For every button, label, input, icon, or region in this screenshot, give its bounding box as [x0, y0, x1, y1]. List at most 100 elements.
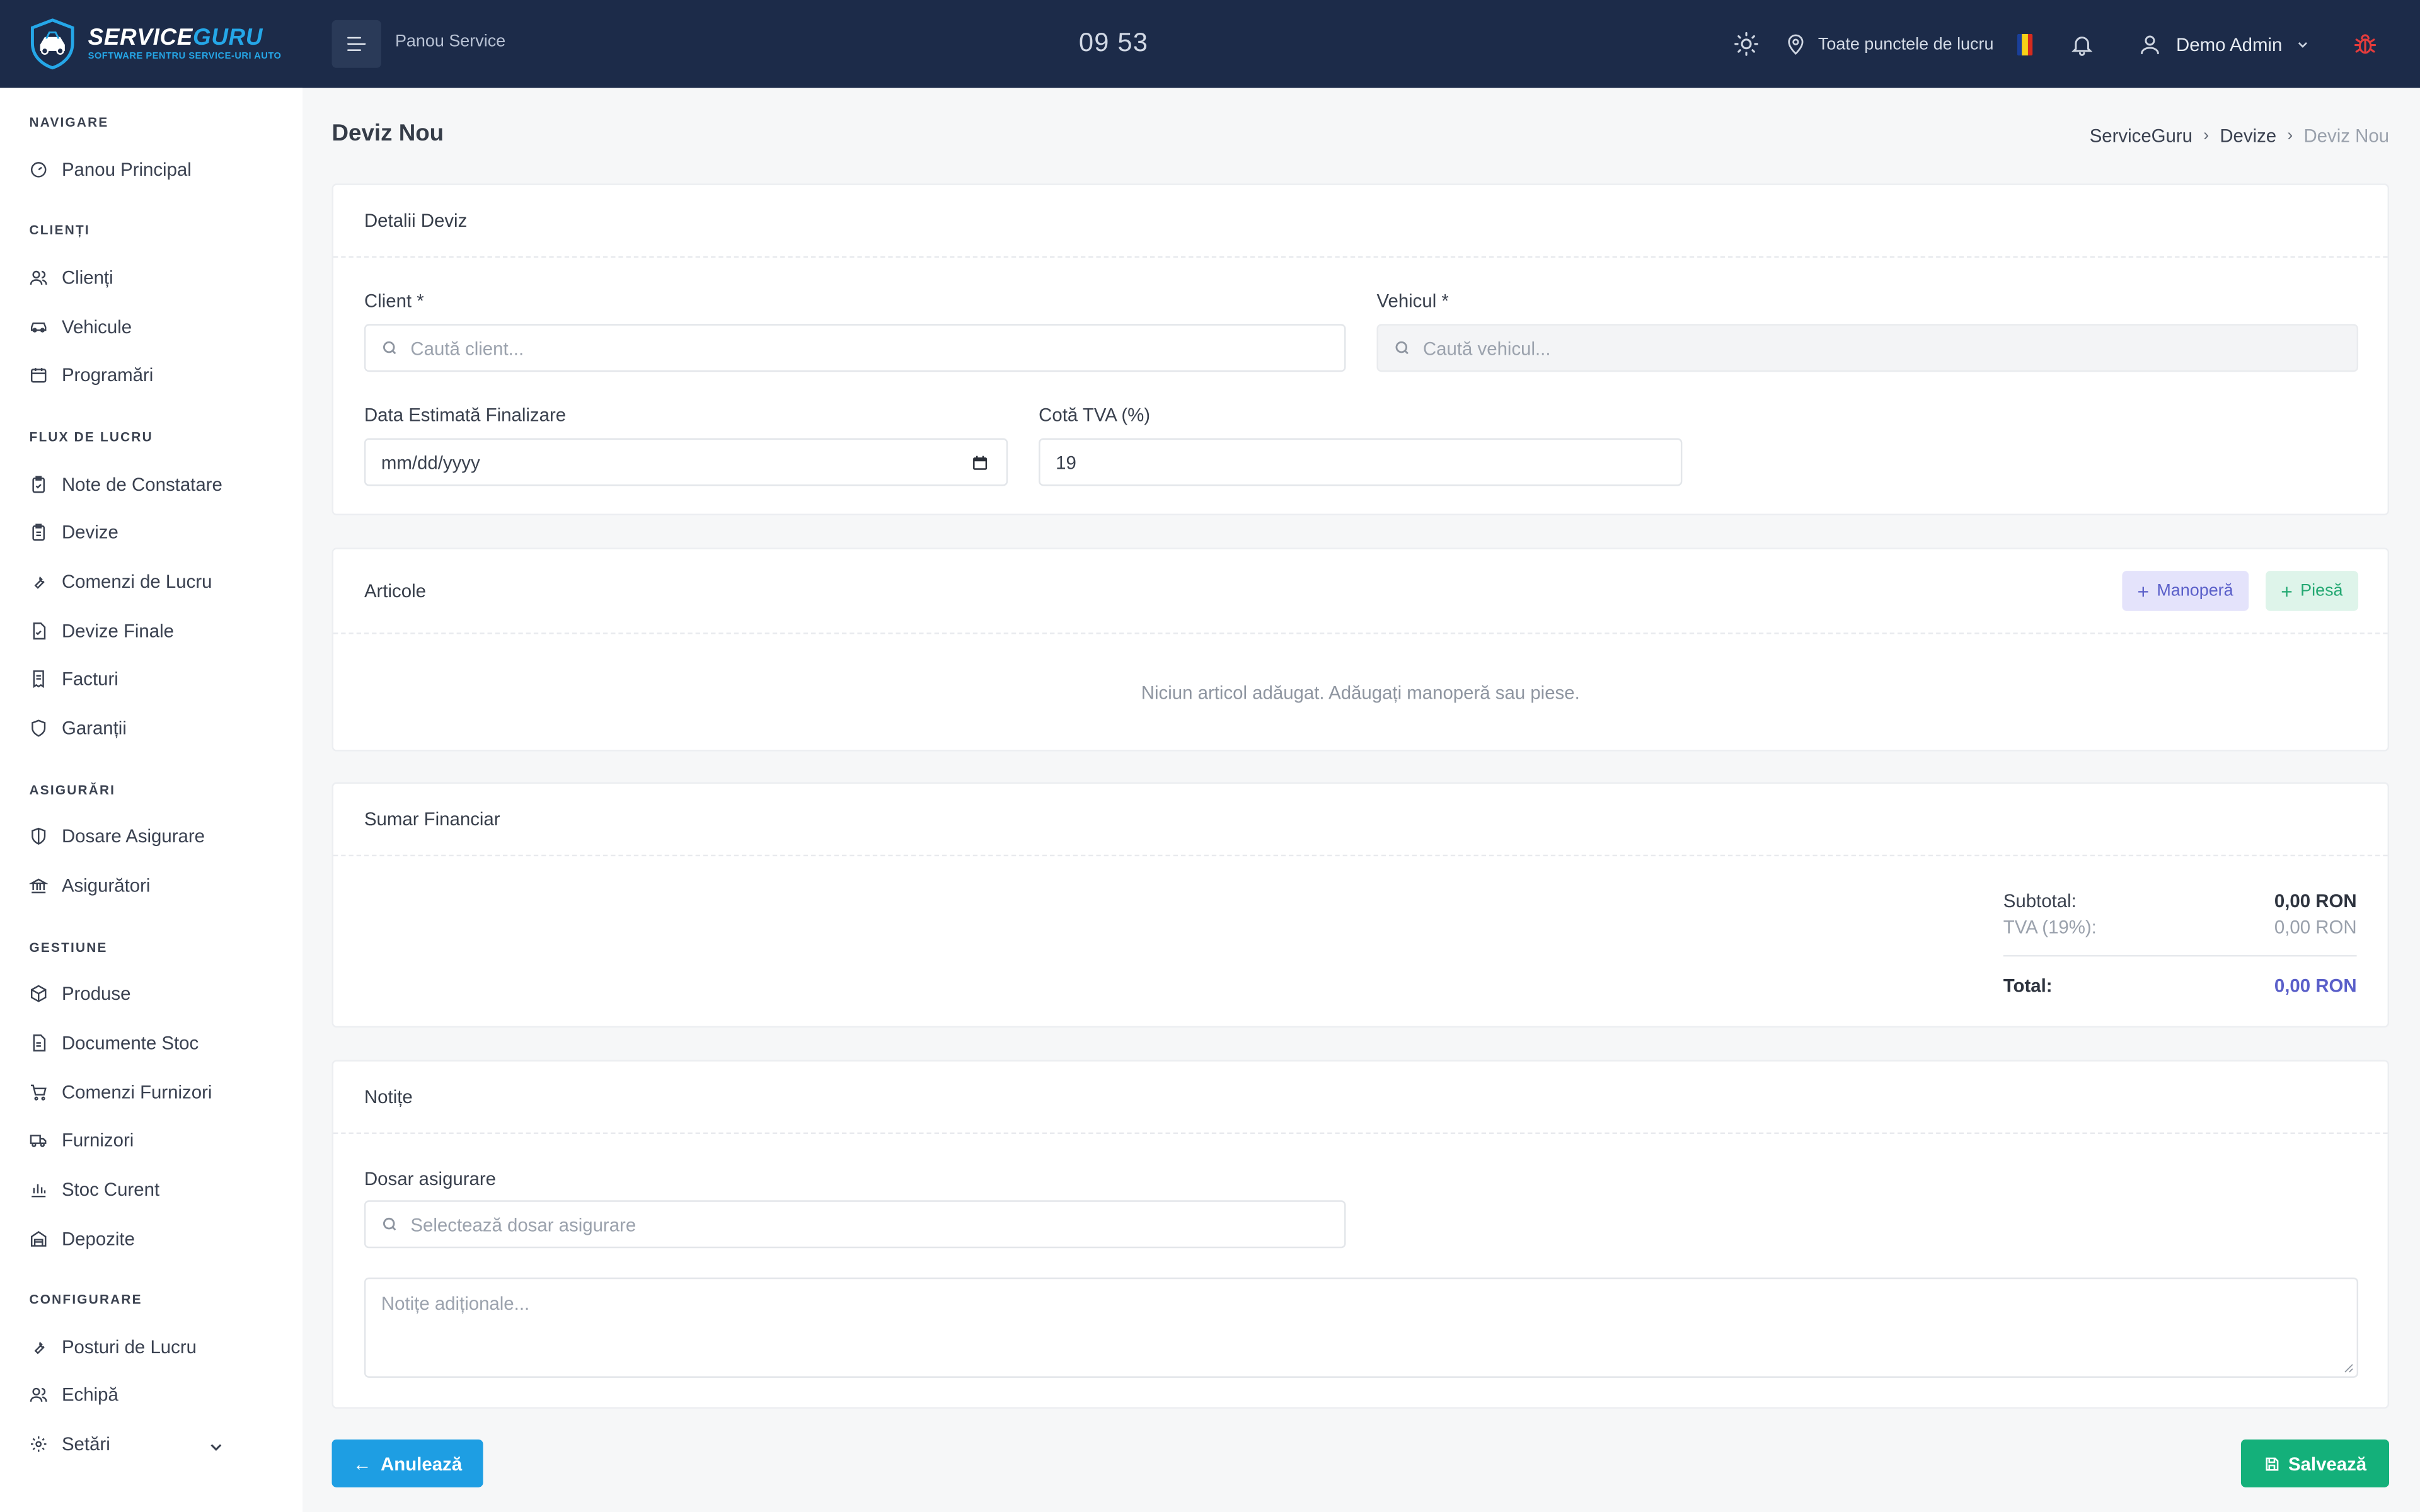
sidebar-item-facturi[interactable]: Facturi [30, 668, 118, 690]
breadcrumb-link[interactable]: Devize [2220, 125, 2276, 146]
sidebar-item-label: Devize [61, 521, 118, 544]
date-input[interactable]: mm/dd/yyyy [364, 438, 1008, 486]
subtotal-value: 0,00 RON [2274, 890, 2357, 912]
document-icon [33, 1034, 46, 1051]
language-selector[interactable] [2017, 0, 2033, 88]
vat-label: Cotă TVA (%) [1039, 404, 1151, 426]
notes-placeholder: Notițe adiționale... [381, 1293, 530, 1315]
bell-icon [2071, 35, 2093, 55]
breadcrumb: ServiceGuru › Devize › Deviz Nou [2090, 125, 2389, 146]
client-search-input[interactable]: Caută client... [364, 324, 1346, 372]
calendar-icon[interactable] [971, 454, 989, 472]
sidebar-item-programari[interactable]: Programări [30, 364, 154, 386]
add-part-button[interactable]: + Piesă [2265, 571, 2359, 611]
sidebar-section-title: CLIENȚI [29, 222, 90, 238]
summary-divider [2003, 954, 2357, 957]
total-row: Total: 0,00 RON [2003, 975, 2357, 997]
vehicle-search-input[interactable]: Caută vehicul... [1376, 324, 2359, 372]
calendar-icon [30, 368, 47, 383]
breadcrumb-link[interactable]: ServiceGuru [2090, 125, 2192, 146]
sidebar-item-posturi-de-lucru[interactable]: Posturi de Lucru [30, 1336, 197, 1358]
vat-input[interactable]: 19 [1039, 438, 1683, 486]
sidebar-item-vehicule[interactable]: Vehicule [30, 316, 132, 338]
sidebar-item-asiguratori[interactable]: Asigurători [29, 874, 151, 896]
sidebar-section-title: ASIGURĂRI [29, 782, 116, 798]
breadcrumb-separator-icon: › [2203, 126, 2210, 146]
sidebar-item-comenzi-furnizori[interactable]: Comenzi Furnizori [30, 1082, 212, 1103]
chevron-down-icon [2298, 41, 2307, 47]
sidebar-toggle-button[interactable] [331, 20, 381, 68]
sidebar-item-label: Programări [61, 364, 154, 386]
truck-icon [30, 1135, 47, 1147]
sidebar-item-devize[interactable]: Devize [30, 522, 118, 543]
user-menu[interactable]: Demo Admin [2138, 0, 2310, 88]
insurance-placeholder: Selectează dosar asigurare [410, 1213, 637, 1235]
total-value: 0,00 RON [2274, 975, 2357, 997]
sidebar-item-label: Devize Finale [61, 620, 175, 642]
plus-icon: + [2137, 579, 2150, 603]
notes-textarea[interactable]: Notițe adiționale... [364, 1277, 2359, 1378]
car-icon [30, 322, 47, 333]
sidebar-item-label: Posturi de Lucru [61, 1336, 197, 1358]
add-labor-button[interactable]: + Manoperă [2122, 571, 2249, 611]
bug-icon [2354, 34, 2377, 54]
location-label: Toate punctele de lucru [1818, 35, 1994, 54]
summary-card: Sumar Financiar Subtotal: 0,00 RON TVA (… [331, 782, 2390, 1028]
card-title: Articole [364, 580, 426, 602]
add-labor-label: Manoperă [2157, 581, 2233, 600]
location-selector[interactable]: Toate punctele de lucru [1784, 0, 1993, 88]
sidebar-item-note-de-constatare[interactable]: Note de Constatare [30, 474, 222, 495]
sidebar-section-title: GESTIUNE [29, 939, 108, 955]
sidebar-item-clienti[interactable]: Clienți [30, 267, 113, 289]
add-part-label: Piesă [2300, 581, 2343, 600]
sidebar-item-dosare-asigurare[interactable]: Dosare Asigurare [30, 825, 205, 847]
card-title: Notițe [333, 1062, 2388, 1135]
bank-icon [29, 878, 48, 893]
notifications-button[interactable] [2070, 0, 2094, 88]
sun-icon [1734, 32, 1758, 56]
romania-flag-icon [2017, 33, 2033, 55]
empty-articles-message: Niciun articol adăugat. Adăugați manoper… [1141, 682, 1580, 704]
sidebar-item-comenzi-de-lucru[interactable]: Comenzi de Lucru [30, 571, 212, 592]
page-title: Deviz Nou [331, 120, 444, 147]
sidebar-item-stoc-curent[interactable]: Stoc Curent [30, 1179, 160, 1200]
clipboard-check-icon [32, 476, 45, 493]
resize-handle-icon[interactable] [2343, 1362, 2354, 1373]
sidebar-item-label: Dosare Asigurare [61, 825, 205, 847]
vat-summary-label: TVA (19%): [2003, 916, 2097, 938]
cancel-label: Anulează [381, 1452, 463, 1475]
bar-chart-icon [32, 1184, 46, 1198]
gear-icon [30, 1436, 47, 1452]
theme-toggle-button[interactable] [1733, 0, 1760, 88]
details-card: Detalii Deviz Client * Caută client... V… [331, 183, 2390, 515]
bug-report-button[interactable] [2352, 0, 2378, 88]
logo-icon [30, 18, 74, 70]
sidebar-item-label: Panou Principal [61, 159, 192, 181]
warehouse-icon [30, 1231, 47, 1247]
sidebar-item-garantii[interactable]: Garanții [30, 718, 127, 739]
sidebar-item-echipa[interactable]: Echipă [30, 1384, 118, 1406]
shield-icon [32, 719, 46, 737]
insurance-select[interactable]: Selectează dosar asigurare [364, 1200, 1346, 1249]
clock: 09 53 [1078, 28, 1149, 57]
sidebar-item-devize-finale[interactable]: Devize Finale [30, 620, 175, 642]
cancel-button[interactable]: ← Anulează [331, 1439, 483, 1487]
sidebar-item-panou-principal[interactable]: Panou Principal [30, 159, 192, 181]
date-label: Data Estimată Finalizare [364, 404, 567, 426]
sidebar-item-label: Asigurători [61, 874, 151, 896]
sidebar-item-furnizori[interactable]: Furnizori [30, 1130, 134, 1151]
sidebar-section-title: FLUX DE LUCRU [29, 428, 153, 445]
sidebar-item-setari[interactable]: Setări [30, 1433, 274, 1455]
sidebar: NAVIGARE Panou Principal CLIENȚI Clienți… [0, 88, 303, 1512]
logo[interactable]: SERVICEGURU SOFTWARE PENTRU SERVICE-URI … [30, 18, 282, 70]
sidebar-item-label: Stoc Curent [61, 1179, 160, 1201]
sidebar-item-produse[interactable]: Produse [30, 983, 130, 1004]
sidebar-item-documente-stoc[interactable]: Documente Stoc [30, 1032, 199, 1054]
save-button[interactable]: Salvează [2240, 1439, 2390, 1487]
sidebar-item-label: Comenzi Furnizori [61, 1081, 212, 1104]
card-title: Detalii Deviz [333, 185, 2388, 258]
save-label: Salvează [2288, 1452, 2367, 1475]
subtotal-row: Subtotal: 0,00 RON [2003, 890, 2357, 912]
dashboard-icon [30, 162, 47, 178]
sidebar-item-depozite[interactable]: Depozite [30, 1228, 135, 1250]
